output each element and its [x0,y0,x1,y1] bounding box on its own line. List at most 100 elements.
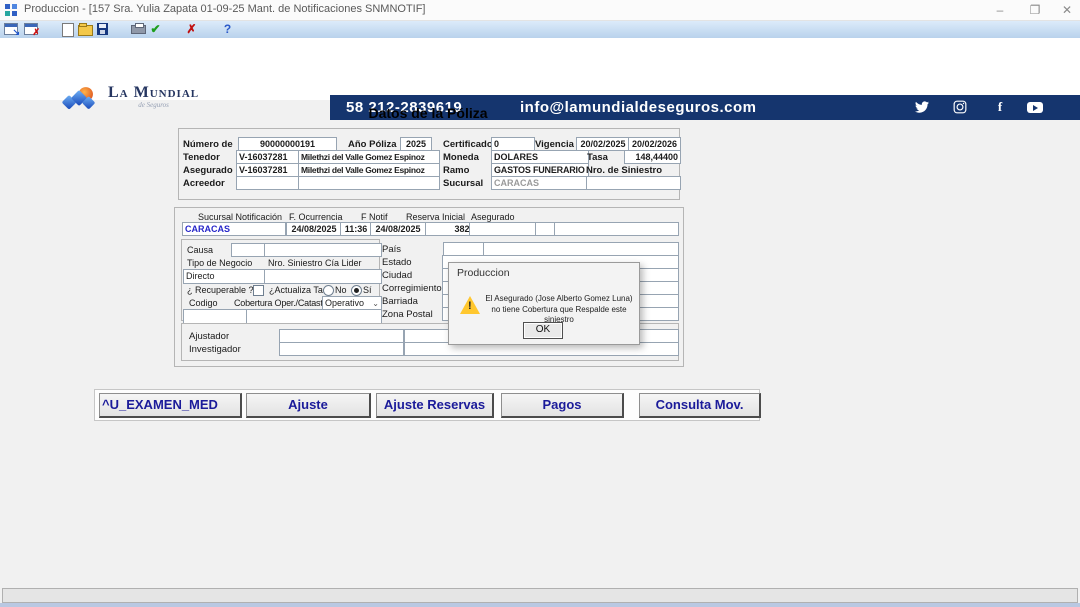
tasa-field[interactable]: 148,44400 [624,150,681,164]
nro-siniestro-cia-label: Nro. Siniestro Cía Lider [268,258,362,268]
pais-field[interactable] [483,242,679,256]
restore-button[interactable]: ❐ [1020,1,1050,19]
sucursal-label: Sucursal [443,178,483,189]
tenedor-nombre-field[interactable]: Milethzi del Valle Gomez Espinoz [298,150,440,164]
numero-field[interactable]: 90000000191 [238,137,337,151]
close-button[interactable]: ✕ [1052,1,1080,19]
window-title: Produccion - [157 Sra. Yulia Zapata 01-0… [24,3,426,15]
minimize-button[interactable]: – [985,1,1015,19]
tenedor-label: Tenedor [183,152,220,163]
actualiza-tasa-si-radio[interactable] [351,285,362,296]
ajuste-reservas-button[interactable]: Ajuste Reservas [376,393,494,418]
estado-label: Estado [382,257,412,268]
status-bar [2,588,1078,603]
ok-button[interactable]: OK [523,322,563,339]
causa-label: Causa [187,245,213,255]
investigador-label: Investigador [189,344,241,355]
examen-med-button[interactable]: ^U_EXAMEN_MED [99,393,242,418]
siniestro-cia-field[interactable] [264,269,382,284]
anio-label: Año Póliza [348,139,397,150]
ajustador-code-field[interactable] [279,329,404,343]
tenedor-id-field[interactable]: V-16037281 [236,150,300,164]
new-file-icon[interactable] [60,22,75,36]
causa-code-field[interactable] [231,243,265,257]
asegurado-code-field[interactable] [469,222,537,236]
form-select-icon[interactable]: ↘ [3,22,18,36]
sucursal-notif-label: Sucursal Notificación [198,212,282,222]
ciudad-label: Ciudad [382,270,412,281]
pagos-button[interactable]: Pagos [501,393,624,418]
vigencia-hasta-field[interactable]: 20/02/2026 [628,137,681,151]
barriada-label: Barriada [382,296,418,307]
recuperable-checkbox[interactable] [253,285,264,296]
warning-icon [460,296,480,314]
asegurado-nombre-notif-field[interactable] [554,222,679,236]
investigador-code-field[interactable] [279,342,404,356]
tipo-negocio-field[interactable]: Directo [183,269,267,284]
youtube-icon[interactable] [1027,100,1043,114]
moneda-field[interactable]: DOLARES [491,150,589,164]
f-notif-field[interactable]: 24/08/2025 [370,222,426,236]
form-delete-icon[interactable]: ✗ [23,22,38,36]
produccion-dialog: Produccion El Asegurado (Jose Alberto Go… [448,262,640,345]
zona-postal-label: Zona Postal [382,309,433,320]
app-icon [5,4,17,16]
codigo-field[interactable] [183,309,249,324]
asegurado-nombre-field[interactable]: Milethzi del Valle Gomez Espinoz [298,163,440,177]
f-ocurrencia-label: F. Ocurrencia [289,212,343,222]
header: La Mundial de Seguros 58 212-2839619 inf… [0,38,1080,100]
codigo-label: Codigo [189,298,218,308]
toolbar: ↘ ✗ ✔ ✗ ? [0,21,1080,39]
logo-name: La Mundial [108,84,199,102]
recuperable-label: ¿ Recuperable ? [187,285,254,295]
cobertura-label: Cobertura Oper./Catast. [234,298,325,308]
ajustador-label: Ajustador [189,331,229,342]
sucursal-notif-field[interactable]: CARACAS [182,222,286,236]
nro-siniestro-field[interactable] [586,176,681,190]
consulta-mov-button[interactable]: Consulta Mov. [639,393,761,418]
help-icon[interactable]: ? [220,22,235,36]
acreedor-nombre-field[interactable] [298,176,440,190]
radio-no-label: No [335,285,347,295]
vigencia-desde-field[interactable]: 20/02/2025 [576,137,630,151]
anio-field[interactable]: 2025 [400,137,432,151]
dialog-message-line1: El Asegurado (Jose Alberto Gomez Luna) [483,294,635,305]
notif-asegurado-label: Asegurado [471,212,515,222]
save-icon[interactable] [95,22,110,36]
corregimiento-label: Corregimiento [382,283,442,294]
instagram-icon[interactable] [953,100,969,114]
twitter-icon[interactable] [915,100,931,114]
cancel-x-icon[interactable]: ✗ [184,22,199,36]
actualiza-tasa-no-radio[interactable] [323,285,334,296]
window-bottom-edge [0,603,1080,607]
radio-si-label: Sí [363,285,372,295]
moneda-label: Moneda [443,152,479,163]
causa-desc-field[interactable] [264,243,382,257]
reserva-label: Reserva Inicial [406,212,465,222]
facebook-icon[interactable]: f [992,100,1008,114]
confirm-check-icon[interactable]: ✔ [148,22,163,36]
asegurado-id-field[interactable]: V-16037281 [236,163,300,177]
acreedor-id-field[interactable] [236,176,300,190]
sucursal-field[interactable]: CARACAS [491,176,589,190]
pais-label: País [382,244,401,255]
tasa-label: Tasa [587,152,608,163]
acreedor-label: Acreedor [183,178,225,189]
pais-code-field[interactable] [443,242,485,256]
certificado-field[interactable]: 0 [491,137,535,151]
numero-label: Número de [183,139,233,150]
ramo-field[interactable]: GASTOS FUNERARIO [491,163,589,177]
vigencia-label: Vigencia [535,139,574,150]
logo-mark-icon [60,84,102,114]
f-ocurrencia-field[interactable]: 24/08/2025 [286,222,342,236]
hora-field[interactable]: 11:36 [340,222,372,236]
tipo-negocio-label: Tipo de Negocio [187,258,252,268]
open-folder-icon[interactable] [77,22,92,36]
dialog-message: El Asegurado (Jose Alberto Gomez Luna) n… [483,294,635,326]
action-bar: ^U_EXAMEN_MED Ajuste Ajuste Reservas Pag… [94,389,760,421]
nro-siniestro-label: Nro. de Siniestro [586,165,662,176]
print-icon[interactable] [130,22,145,36]
ajuste-button[interactable]: Ajuste [246,393,371,418]
asegurado-tipo-field[interactable] [535,222,556,236]
cobertura-code-field[interactable] [246,309,382,324]
